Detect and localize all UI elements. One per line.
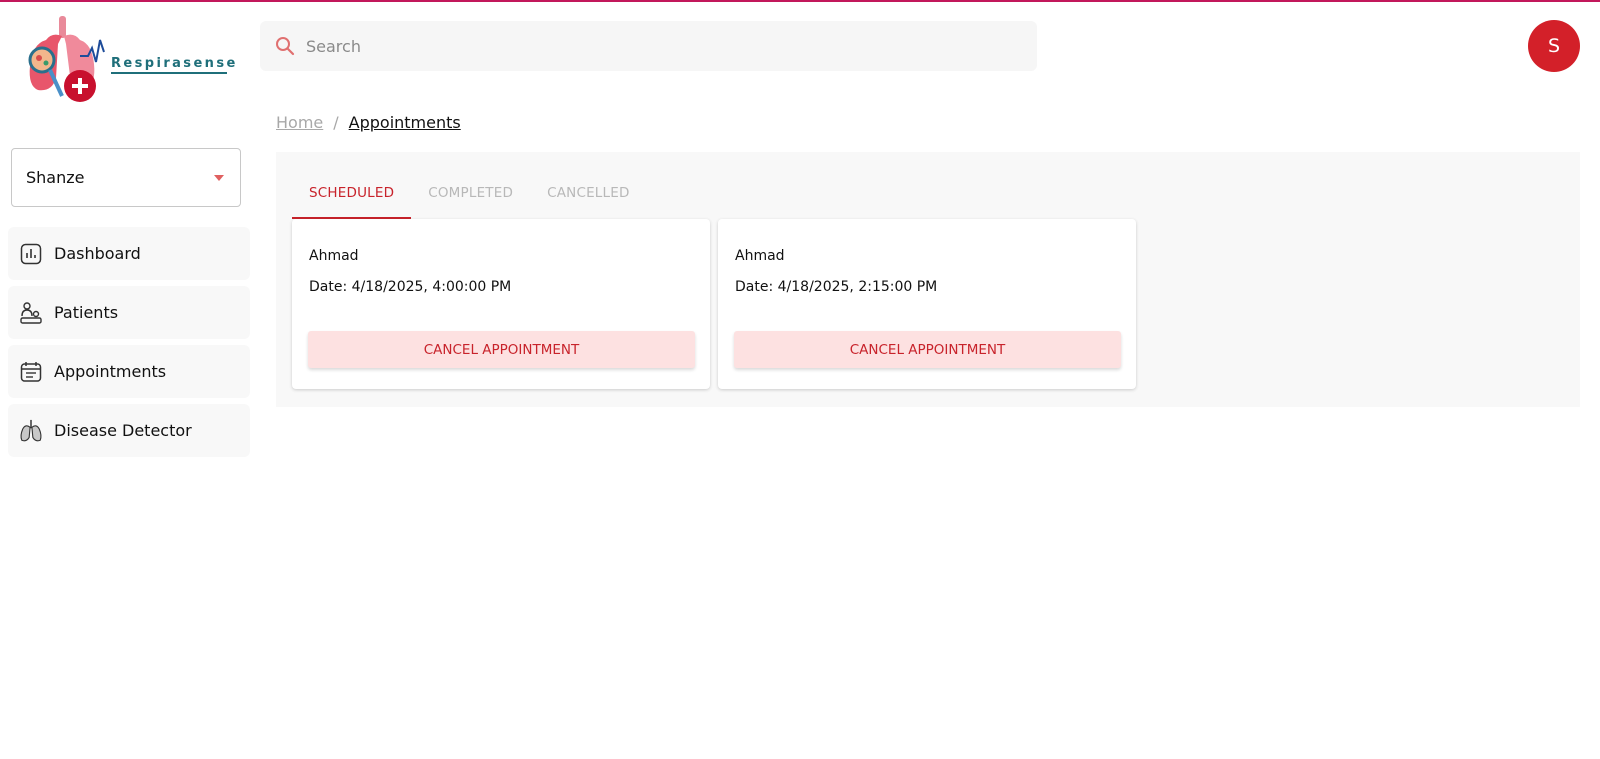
appointment-cards: Ahmad Date: 4/18/2025, 4:00:00 PM CANCEL…	[292, 219, 1136, 389]
tab-scheduled[interactable]: SCHEDULED	[292, 176, 412, 219]
tab-cancelled[interactable]: CANCELLED	[530, 176, 646, 219]
logo-underline	[111, 72, 227, 74]
doctor-select-value: Shanze	[26, 168, 85, 187]
search-bar[interactable]	[260, 21, 1037, 71]
lungs-icon	[19, 419, 43, 443]
sidebar-item-label: Patients	[54, 303, 119, 322]
cancel-appointment-button[interactable]: CANCEL APPOINTMENT	[734, 331, 1121, 368]
search-input[interactable]	[306, 36, 986, 56]
chevron-down-icon	[214, 175, 224, 181]
appointment-date: Date: 4/18/2025, 4:00:00 PM	[309, 279, 512, 295]
logo-text: Respirasense	[111, 56, 238, 71]
search-icon	[274, 35, 296, 57]
appointment-card: Ahmad Date: 4/18/2025, 2:15:00 PM CANCEL…	[718, 219, 1136, 389]
appointment-date: Date: 4/18/2025, 2:15:00 PM	[735, 279, 938, 295]
breadcrumb-current[interactable]: Appointments	[349, 113, 461, 132]
patients-icon	[19, 301, 43, 325]
breadcrumb: Home / Appointments	[276, 113, 461, 132]
sidebar-item-label: Disease Detector	[54, 421, 192, 440]
sidebar-item-label: Dashboard	[54, 244, 141, 263]
patient-name: Ahmad	[309, 248, 359, 264]
sidebar-nav: Dashboard Patients Appointments Disease …	[8, 227, 250, 463]
tab-completed[interactable]: COMPLETED	[411, 176, 530, 219]
top-accent-line	[0, 0, 1600, 2]
appointments-panel: SCHEDULED COMPLETED CANCELLED Ahmad Date…	[276, 152, 1580, 407]
sidebar-item-appointments[interactable]: Appointments	[8, 345, 250, 398]
appointment-card: Ahmad Date: 4/18/2025, 4:00:00 PM CANCEL…	[292, 219, 710, 389]
calendar-icon	[19, 360, 43, 384]
app-logo[interactable]: Respirasense	[22, 14, 235, 110]
bar-chart-icon	[19, 242, 43, 266]
sidebar-item-label: Appointments	[54, 362, 167, 381]
doctor-select[interactable]: Shanze	[11, 148, 241, 207]
sidebar-item-dashboard[interactable]: Dashboard	[8, 227, 250, 280]
breadcrumb-separator: /	[333, 113, 339, 132]
sidebar-item-patients[interactable]: Patients	[8, 286, 250, 339]
appointment-tabs: SCHEDULED COMPLETED CANCELLED	[292, 176, 647, 219]
cancel-appointment-button[interactable]: CANCEL APPOINTMENT	[308, 331, 695, 368]
lungs-logo-icon	[28, 16, 105, 102]
patient-name: Ahmad	[735, 248, 785, 264]
user-avatar[interactable]: S	[1528, 20, 1580, 72]
breadcrumb-home-link[interactable]: Home	[276, 113, 323, 132]
sidebar-item-disease-detector[interactable]: Disease Detector	[8, 404, 250, 457]
